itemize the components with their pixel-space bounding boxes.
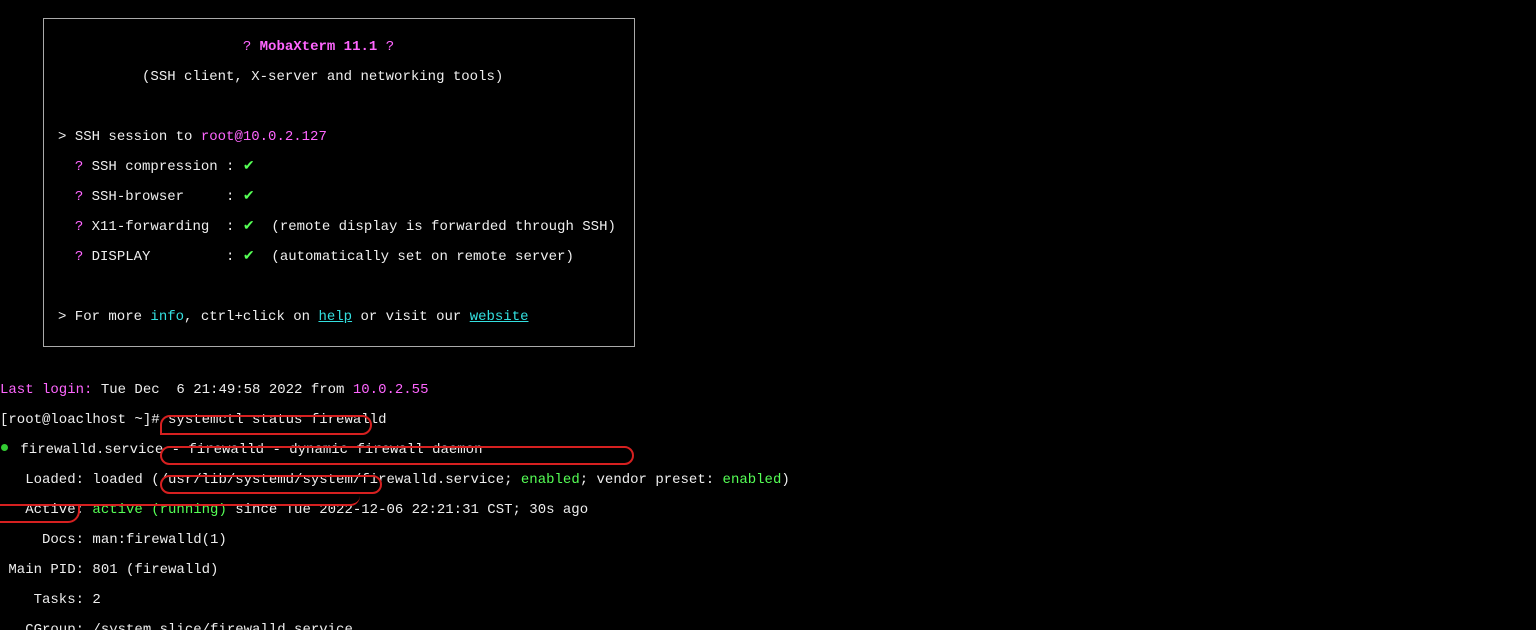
banner-spacer (58, 100, 616, 115)
check-icon: ✔ (243, 189, 255, 205)
status-name: firewalld.service - firewalld - dynamic … (0, 443, 1536, 458)
status-active: Active: active (running) since Tue 2022-… (0, 503, 1536, 518)
cmd-status-line: [root@loaclhost ~]# systemctl status fir… (0, 413, 1536, 428)
mobaxterm-banner: ? MobaXterm 11.1 ? (SSH client, X-server… (43, 18, 635, 347)
status-tasks: Tasks: 2 (0, 593, 1536, 608)
check-icon: ✔ (243, 159, 255, 175)
check-icon: ✔ (243, 219, 255, 235)
banner-feat-0: ? SSH compression : ✔ (58, 160, 616, 175)
banner-feat-2: ? X11-forwarding : ✔ (remote display is … (58, 220, 616, 235)
spacer-after-box (0, 353, 1536, 368)
banner-spacer2 (58, 280, 616, 295)
status-loaded: Loaded: loaded (/usr/lib/systemd/system/… (0, 473, 1536, 488)
banner-footer: > For more info, ctrl+click on help or v… (58, 310, 616, 325)
help-link[interactable]: help (318, 309, 352, 325)
banner-feat-1: ? SSH-browser : ✔ (58, 190, 616, 205)
banner-title-line: ? MobaXterm 11.1 ? (58, 40, 616, 55)
last-login-line: Last login: Tue Dec 6 21:49:58 2022 from… (0, 383, 1536, 398)
terminal[interactable]: ? MobaXterm 11.1 ? (SSH client, X-server… (0, 0, 1536, 630)
banner-feat-3: ? DISPLAY : ✔ (automatically set on remo… (58, 250, 616, 265)
status-cgroup1: CGroup: /system.slice/firewalld.service (0, 623, 1536, 630)
banner-subtitle: (SSH client, X-server and networking too… (58, 70, 616, 85)
status-dot-icon (1, 444, 8, 451)
status-docs: Docs: man:firewalld(1) (0, 533, 1536, 548)
banner-sshline: > SSH session to root@10.0.2.127 (58, 130, 616, 145)
website-link[interactable]: website (470, 309, 529, 325)
check-icon: ✔ (243, 249, 255, 265)
status-mainpid: Main PID: 801 (firewalld) (0, 563, 1536, 578)
